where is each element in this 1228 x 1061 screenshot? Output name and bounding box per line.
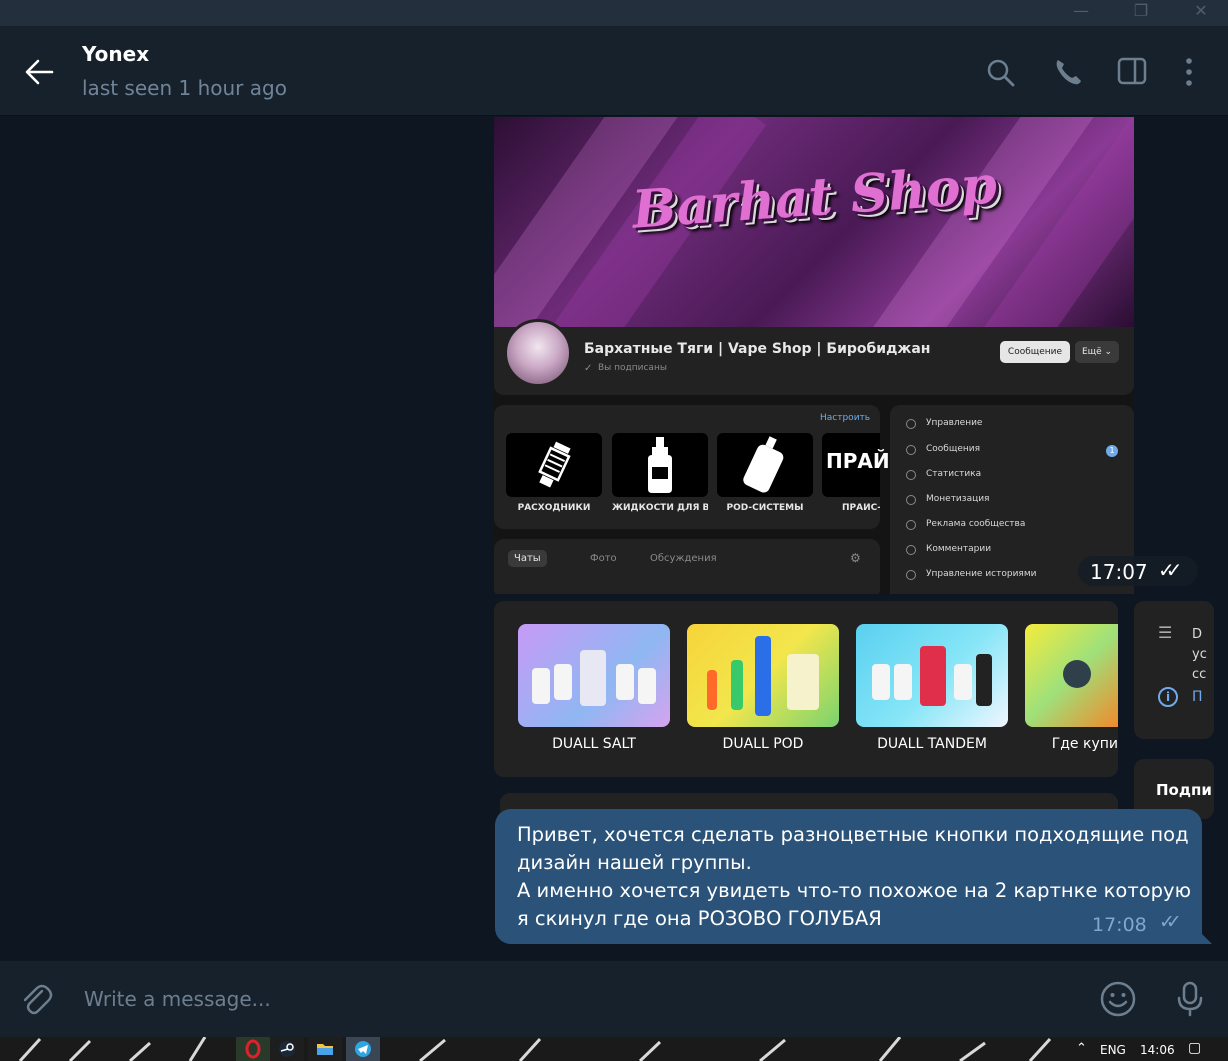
bubble-tail — [1198, 930, 1212, 944]
menu-lines-icon: ☰ — [1158, 623, 1173, 642]
atomizer-icon — [506, 433, 602, 497]
check-icon: ✓ — [584, 363, 593, 374]
notification-icon[interactable]: ▢ — [1188, 1040, 1201, 1056]
message-line: Привет, хочется сделать разноцветные кно… — [517, 823, 1189, 846]
menu-item-icon — [906, 470, 916, 480]
phone-icon[interactable] — [1046, 50, 1090, 94]
file-explorer-icon[interactable] — [308, 1037, 342, 1061]
message-line: я скинул где она РОЗОВО ГОЛУБАЯ — [517, 907, 882, 930]
product-label: POD-СИСТЕМЫ — [726, 503, 804, 513]
clock[interactable]: 14:06 — [1140, 1043, 1175, 1057]
tab-discussions: Обсуждения — [650, 553, 717, 564]
message-button: Сообщение — [1000, 341, 1070, 363]
group-avatar — [504, 319, 572, 387]
product-card-image — [518, 624, 670, 727]
taskbar-wallpaper — [0, 1037, 1228, 1061]
outgoing-message[interactable]: Привет, хочется сделать разноцветные кно… — [495, 809, 1202, 944]
last-seen-status: last seen 1 hour ago — [82, 76, 287, 100]
menu-item-icon — [906, 495, 916, 505]
tab-photos: Фото — [590, 553, 617, 564]
product-label: РАСХОДНИКИ — [517, 503, 591, 513]
subscribers-label: Подпи — [1156, 781, 1212, 799]
menu-item: Сообщения — [926, 444, 981, 454]
pod-device-icon — [717, 433, 813, 497]
message-line: дизайн нашей группы. — [517, 851, 752, 874]
minimize-icon[interactable]: — — [1058, 0, 1104, 26]
side-link: П — [1192, 689, 1203, 705]
emoji-icon[interactable] — [1096, 977, 1140, 1021]
info-icon: i — [1158, 687, 1178, 707]
menu-item-icon — [906, 419, 916, 429]
telegram-window: — ❐ ✕ Yonex last seen 1 hour ago Barhat … — [0, 0, 1228, 1061]
menu-item: Управление — [926, 418, 983, 428]
message-time: 17:07 — [1090, 560, 1148, 584]
more-vertical-icon[interactable] — [1167, 50, 1211, 94]
setup-link: Настроить — [820, 413, 871, 423]
side-text: D — [1192, 627, 1203, 642]
more-button: Ещё ⌄ — [1075, 341, 1119, 363]
double-check-icon: ✓✓ — [1159, 911, 1182, 933]
product-card-label: Где купи — [1051, 736, 1118, 752]
back-arrow-icon[interactable] — [18, 50, 62, 94]
steam-icon[interactable] — [270, 1037, 304, 1061]
menu-item: Комментарии — [926, 544, 992, 554]
product-card-label: DUALL SALT — [552, 736, 636, 752]
message-input[interactable] — [84, 983, 1044, 1015]
menu-item: Реклама сообщества — [926, 519, 1026, 529]
tab-chats: Чаты — [508, 550, 547, 567]
product-card-image — [1025, 624, 1118, 727]
product-label: ПРАЙС-Л — [842, 503, 880, 513]
opera-icon[interactable] — [236, 1037, 270, 1061]
menu-item: Управление историями — [926, 569, 1037, 579]
group-profile-card: Бархатные Тяги | Vape Shop | Биробиджан … — [494, 319, 1134, 395]
paperclip-icon[interactable] — [14, 977, 58, 1021]
message-line: А именно хочется увидеть что-то похожое … — [517, 879, 1191, 902]
menu-item-icon — [906, 445, 916, 455]
message-text: Привет, хочется сделать разноцветные кно… — [517, 821, 1191, 933]
chat-title[interactable]: Yonex — [82, 42, 149, 66]
product-card-image — [687, 624, 839, 727]
wall-tabs: Чаты Фото Обсуждения ⚙ — [494, 539, 880, 594]
unread-badge: 1 — [1106, 445, 1118, 457]
menu-item-icon — [906, 545, 916, 555]
restore-icon[interactable]: ❐ — [1118, 0, 1164, 26]
gear-icon: ⚙ — [850, 551, 861, 565]
group-banner: Barhat Shop — [494, 117, 1134, 327]
side-text: сс — [1192, 667, 1207, 682]
products-section: Настроить ПРАЙС-Л РАСХОДНИКИ ЖИДКОСТИ ДЛ… — [494, 405, 929, 529]
liquid-bottle-icon — [612, 433, 708, 497]
close-icon[interactable]: ✕ — [1178, 0, 1224, 26]
telegram-icon[interactable] — [346, 1037, 380, 1061]
search-icon[interactable] — [978, 50, 1022, 94]
menu-item: Статистика — [926, 469, 982, 479]
message-composer — [0, 961, 1228, 1037]
product-card-label: DUALL TANDEM — [877, 736, 987, 752]
language-indicator[interactable]: ENG — [1100, 1043, 1126, 1057]
side-text: ус — [1192, 647, 1207, 662]
product-label: ЖИДКОСТИ ДЛЯ В... — [612, 503, 708, 513]
subscribed-label: Вы подписаны — [598, 363, 667, 373]
double-check-icon: ✓✓ — [1158, 558, 1182, 582]
chevron-up-icon[interactable]: ⌃ — [1076, 1041, 1087, 1056]
group-name: Бархатные Тяги | Vape Shop | Биробиджан — [584, 341, 931, 357]
message-time-badge: 17:07 ✓✓ — [1078, 556, 1198, 586]
price-list-icon: ПРАЙС-Л — [822, 433, 929, 497]
message-time: 17:08 — [1092, 914, 1147, 936]
side-info-card: ☰ D ус сс i П — [1134, 601, 1214, 739]
product-card-image — [856, 624, 1008, 727]
message-list[interactable]: Barhat Shop Бархатные Тяги | Vape Shop |… — [0, 117, 1228, 961]
title-bar: — ❐ ✕ — [0, 0, 1228, 26]
menu-item: Монетизация — [926, 494, 990, 504]
microphone-icon[interactable] — [1168, 977, 1212, 1021]
menu-item-icon — [906, 570, 916, 580]
chat-header: Yonex last seen 1 hour ago — [0, 26, 1228, 116]
menu-item-icon — [906, 520, 916, 530]
product-card-label: DUALL POD — [722, 736, 804, 752]
taskbar: ⌃ ENG 14:06 ▢ — [0, 1037, 1228, 1061]
image-message-products[interactable]: DUALL SALT DUALL POD DUALL TANDEM Где ку… — [494, 601, 1118, 777]
image-message-vk-group[interactable]: Barhat Shop Бархатные Тяги | Vape Shop |… — [494, 117, 1134, 594]
sidebar-toggle-icon[interactable] — [1110, 50, 1154, 94]
